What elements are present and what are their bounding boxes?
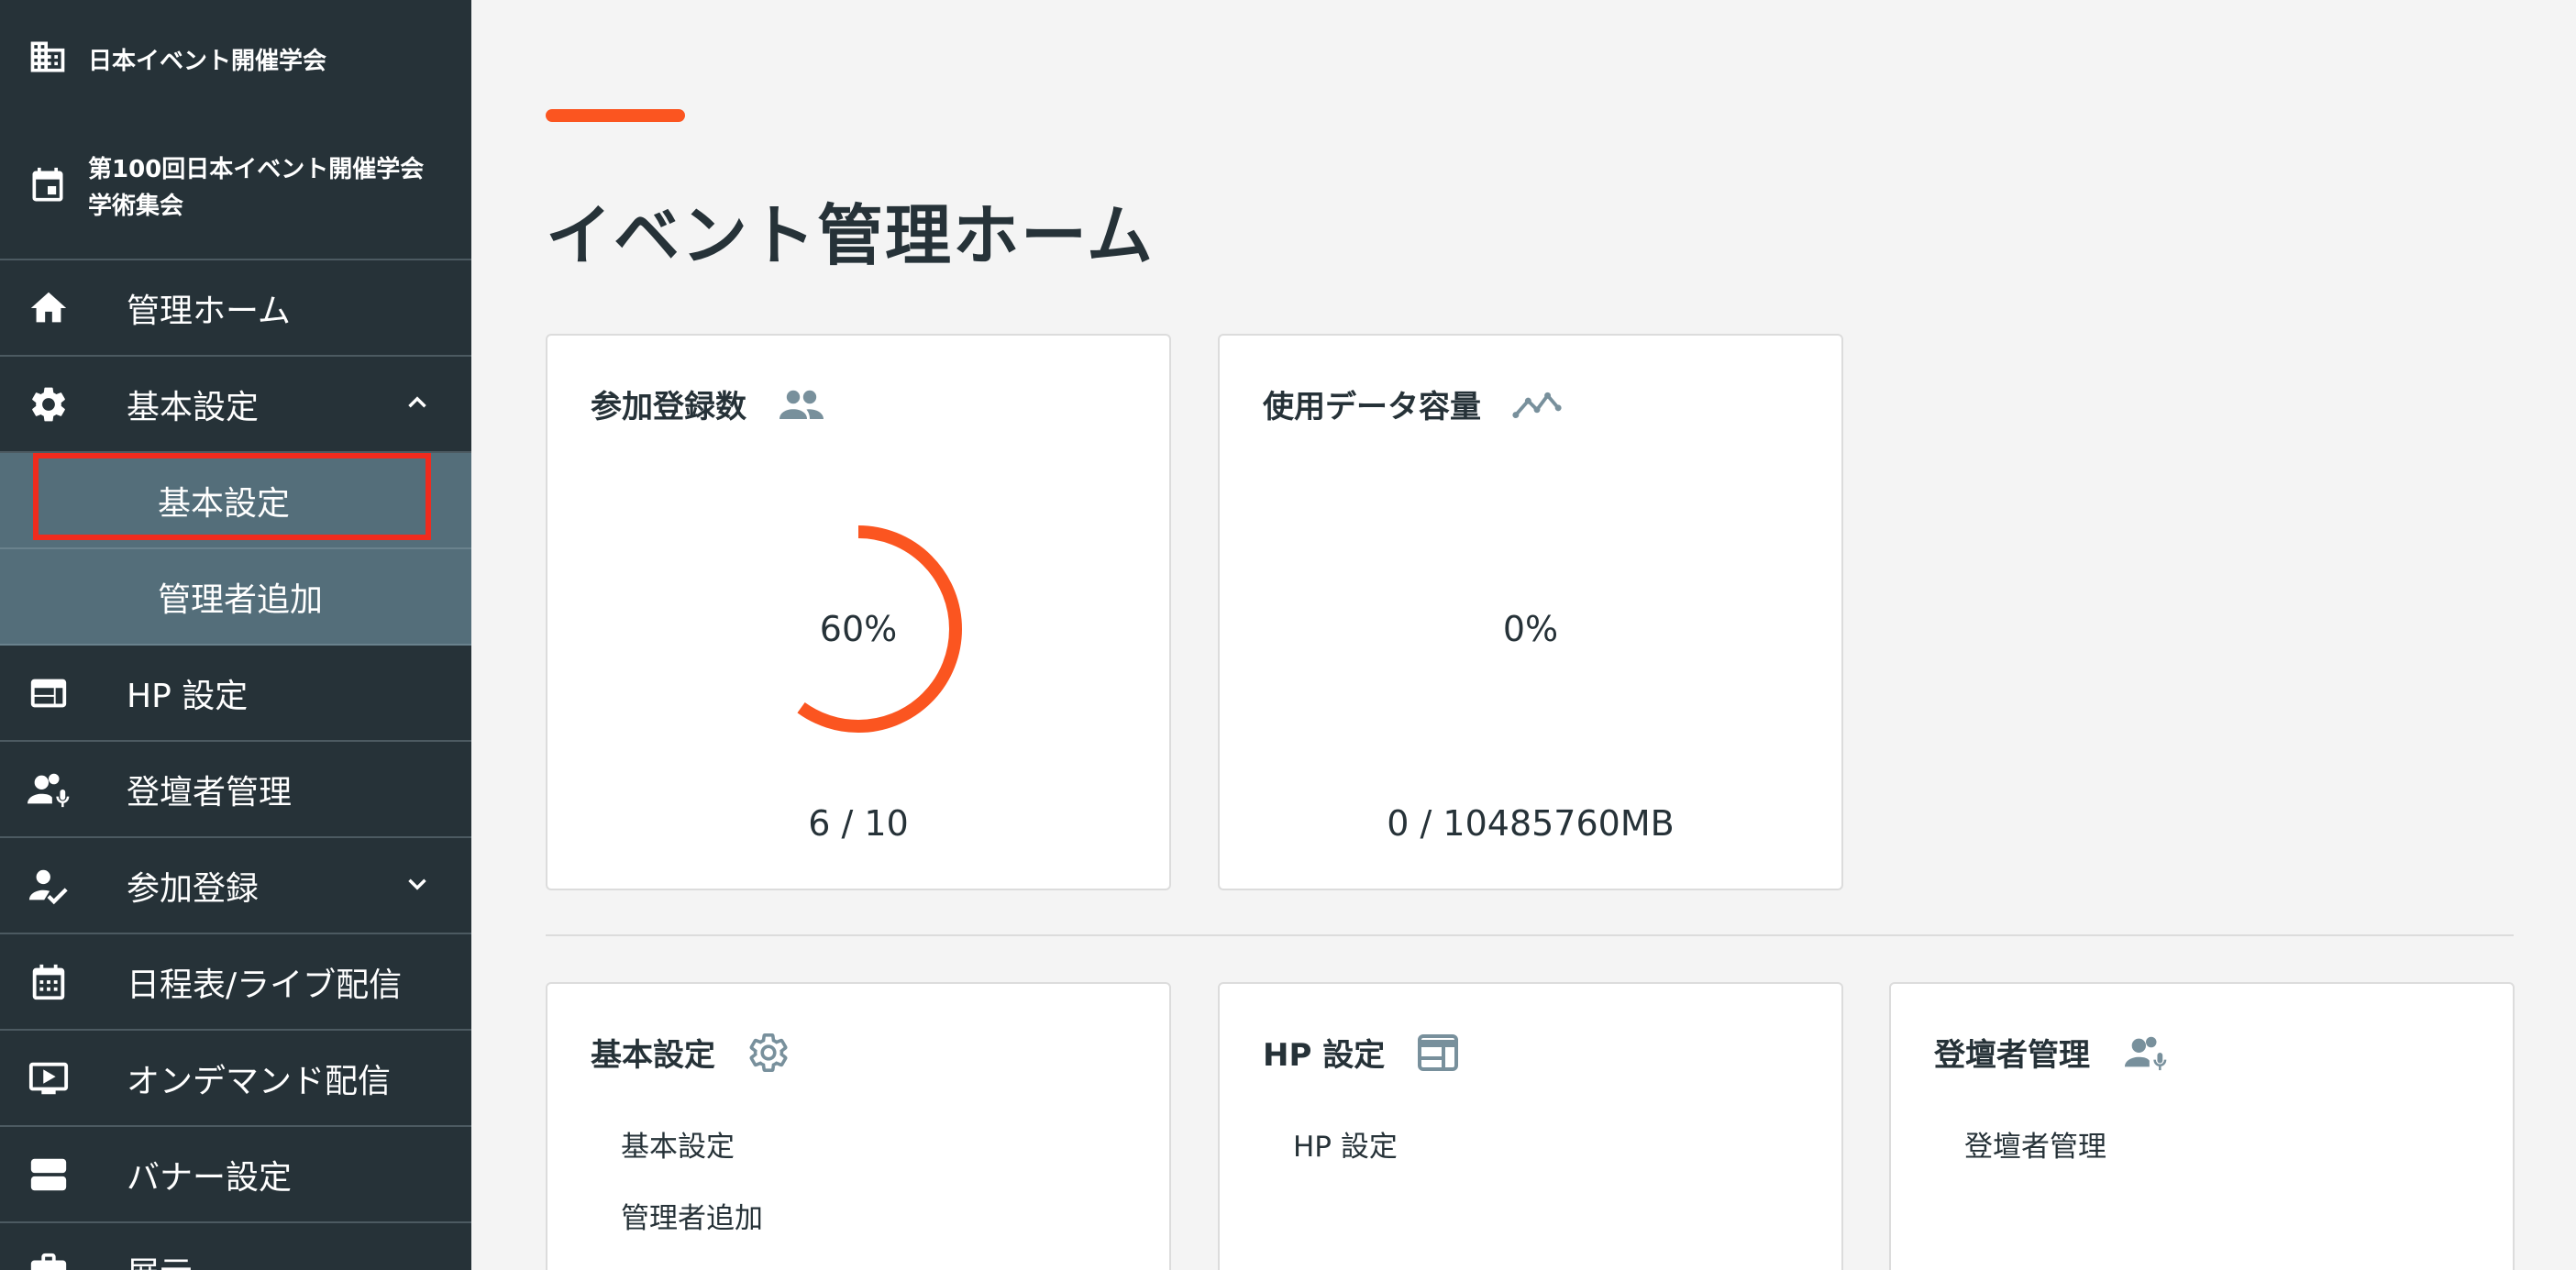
data-usage-count: 0 / 10485760MB (1387, 803, 1675, 844)
section-divider (546, 934, 2514, 936)
main-content: イベント管理ホーム 参加登録数 60% 6 / 10 使用データ容量 0% 0 … (471, 0, 2576, 1270)
section-card-speaker-management: 登壇者管理 登壇者管理 (1889, 982, 2515, 1270)
sidebar-item-banner-settings[interactable]: バナー設定 (0, 1127, 471, 1223)
card-title: HP 設定 (1263, 1037, 1386, 1074)
registration-count: 6 / 10 (808, 803, 909, 844)
sidebar-item-label: 基本設定 (127, 388, 260, 426)
sidebar: 日本イベント開催学会 第100回日本イベント開催学会 学術集会 管理ホーム 基本… (0, 0, 471, 1270)
organization-name: 日本イベント開催学会 (88, 47, 327, 75)
people-icon (778, 386, 825, 423)
organization-header: 日本イベント開催学会 (0, 0, 471, 117)
link-add-admin[interactable]: 管理者追加 (621, 1191, 763, 1263)
card-title: 使用データ容量 (1263, 389, 1481, 425)
building-icon (28, 37, 68, 81)
gauge-percent-label: 60% (819, 609, 898, 649)
sidebar-item-on-demand[interactable]: オンデマンド配信 (0, 1031, 471, 1127)
event-calendar-icon (28, 166, 68, 210)
chevron-up-icon[interactable] (402, 387, 433, 422)
trend-line-icon (1512, 389, 1562, 420)
sidebar-item-label: 日程表/ライブ配信 (127, 966, 403, 1004)
card-title: 登壇者管理 (1934, 1037, 2090, 1074)
sidebar-item-admin-home[interactable]: 管理ホーム (0, 260, 471, 357)
title-accent-bar (546, 109, 685, 122)
sidebar-item-speaker-management[interactable]: 登壇者管理 (0, 742, 471, 838)
card-title: 参加登録数 (591, 389, 746, 425)
chevron-down-icon[interactable] (402, 868, 433, 903)
briefcase-icon (24, 1250, 73, 1270)
event-header[interactable]: 第100回日本イベント開催学会 学術集会 (0, 117, 471, 260)
sidebar-item-label: オンデマンド配信 (127, 1062, 392, 1100)
link-basic-settings[interactable]: 基本設定 (621, 1120, 763, 1191)
calendar-icon (24, 961, 73, 1003)
data-usage-gauge: 0% (1220, 510, 1841, 748)
link-hp-settings[interactable]: HP 設定 (1293, 1120, 1398, 1191)
sidebar-item-schedule-live[interactable]: 日程表/ライブ配信 (0, 934, 471, 1031)
speaker-icon (2121, 1032, 2171, 1074)
sidebar-item-label: HP 設定 (127, 677, 249, 715)
stat-card-data-usage: 使用データ容量 0% 0 / 10485760MB (1218, 334, 1843, 890)
sidebar-item-label: 参加登録 (127, 869, 260, 908)
gauge-percent-label: 0% (1502, 609, 1559, 649)
home-icon (24, 287, 73, 329)
speaker-icon (24, 768, 73, 811)
web-layout-icon (24, 672, 73, 714)
event-name-line2: 学術集会 (88, 193, 184, 220)
banner-icon (24, 1154, 73, 1196)
person-check-icon (24, 865, 73, 907)
sidebar-item-registration[interactable]: 参加登録 (0, 838, 471, 934)
sidebar-item-label: 登壇者管理 (127, 773, 293, 812)
sidebar-item-exhibition[interactable]: 展示 (0, 1223, 471, 1270)
web-layout-icon (1416, 1033, 1460, 1073)
sidebar-subitem-add-admin[interactable]: 管理者追加 (0, 549, 471, 646)
video-icon (24, 1057, 73, 1099)
sidebar-item-label: バナー設定 (127, 1158, 293, 1197)
active-highlight (33, 453, 431, 540)
gear-icon (746, 1031, 790, 1075)
section-card-basic-settings: 基本設定 基本設定 管理者追加 (546, 982, 1171, 1270)
event-name-line1: 第100回日本イベント開催学会 (88, 156, 425, 183)
sidebar-item-basic-settings[interactable]: 基本設定 (0, 357, 471, 453)
stat-card-registrations: 参加登録数 60% 6 / 10 (546, 334, 1171, 890)
page-title: イベント管理ホーム (546, 197, 1155, 274)
sidebar-item-hp-settings[interactable]: HP 設定 (0, 646, 471, 742)
sidebar-subitem-basic-settings[interactable]: 基本設定 (0, 453, 471, 549)
registration-gauge: 60% (547, 510, 1169, 748)
gear-icon (24, 383, 73, 425)
link-speaker-management[interactable]: 登壇者管理 (1964, 1120, 2106, 1191)
section-card-hp-settings: HP 設定 HP 設定 (1218, 982, 1843, 1270)
sidebar-item-label: 管理ホーム (127, 292, 291, 330)
event-name: 第100回日本イベント開催学会 学術集会 (88, 151, 424, 225)
sidebar-item-label: 展示 (127, 1247, 193, 1270)
card-title: 基本設定 (591, 1037, 715, 1074)
sidebar-subitem-label: 管理者追加 (158, 580, 324, 619)
